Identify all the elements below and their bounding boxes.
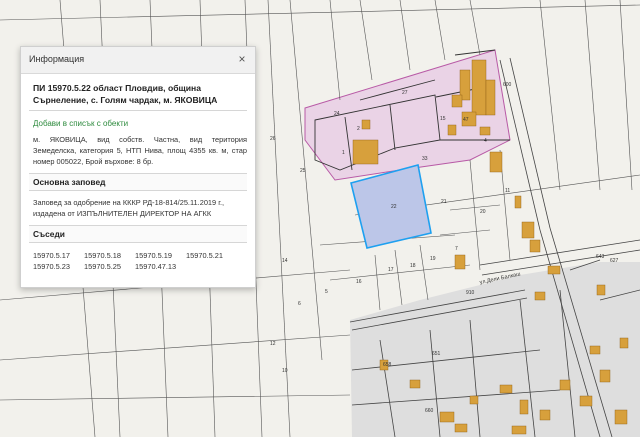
map-label: 17 (388, 267, 394, 273)
map-label: 20 (480, 209, 486, 215)
map-label: 11 (505, 188, 510, 194)
map-label: 14 (282, 258, 288, 264)
map-label: 24 (334, 111, 340, 117)
map-label: 5 (325, 289, 328, 295)
neighbor-link[interactable]: 15970.5.19 (135, 250, 172, 261)
divider (29, 110, 247, 111)
close-icon[interactable]: × (235, 51, 249, 67)
neighbor-link[interactable]: 15970.5.17 (33, 250, 70, 261)
map-label: 658 (383, 362, 392, 368)
map-label: 910 (466, 290, 475, 296)
neighbor-link[interactable]: 15970.47.13 (135, 261, 176, 272)
map-label: 33 (422, 156, 428, 162)
map-label: 26 (270, 136, 276, 142)
map-label: 7 (455, 246, 458, 252)
neighbors-section-title: Съседи (29, 225, 247, 243)
parcel-heading: ПИ 15970.5.22 област Пловдив, община Сър… (33, 83, 218, 105)
map-label: 27 (402, 90, 408, 96)
neighbor-link[interactable]: 15970.5.25 (84, 261, 121, 272)
map-label: 651 (432, 351, 441, 357)
map-label: 25 (300, 168, 306, 174)
neighbor-link[interactable]: 15970.5.21 (186, 250, 223, 261)
order-text: Заповед за одобрение на КККР РД-18-814/2… (33, 198, 225, 218)
map-label: 600 (503, 82, 512, 88)
neighbor-link[interactable]: 15970.5.18 (84, 250, 121, 261)
map-label: 16 (356, 279, 362, 285)
neighbor-link[interactable]: 15970.5.23 (33, 261, 70, 272)
neighbors-list: 15970.5.17 15970.5.18 15970.5.19 15970.5… (33, 250, 247, 272)
map-label: 15 (440, 116, 446, 122)
map-label: 1 (342, 150, 345, 156)
map-label: 643 (596, 254, 605, 260)
map-label: 22 (391, 204, 397, 210)
map-label: 47 (463, 117, 469, 123)
map-label: 19 (430, 256, 436, 262)
map-label: 18 (410, 263, 416, 269)
map-label: 627 (610, 258, 619, 264)
map-label: 6 (298, 301, 301, 307)
map-label: 4 (484, 138, 487, 144)
parcel-description: м. ЯКОВИЦА, вид собств. Частна, вид тери… (33, 135, 247, 166)
map-label: 660 (425, 408, 434, 414)
info-panel-header: Информация × (21, 47, 255, 74)
info-panel: Информация × ПИ 15970.5.22 област Пловди… (20, 46, 256, 288)
map-label: 21 (441, 199, 447, 205)
map-label: 12 (270, 341, 276, 347)
panel-title: Информация (29, 54, 85, 64)
order-section-title: Основна заповед (29, 173, 247, 191)
map-label: 2 (357, 126, 360, 132)
map-label: 10 (282, 368, 288, 374)
add-to-list-link[interactable]: Добави в списък с обекти (33, 119, 245, 128)
